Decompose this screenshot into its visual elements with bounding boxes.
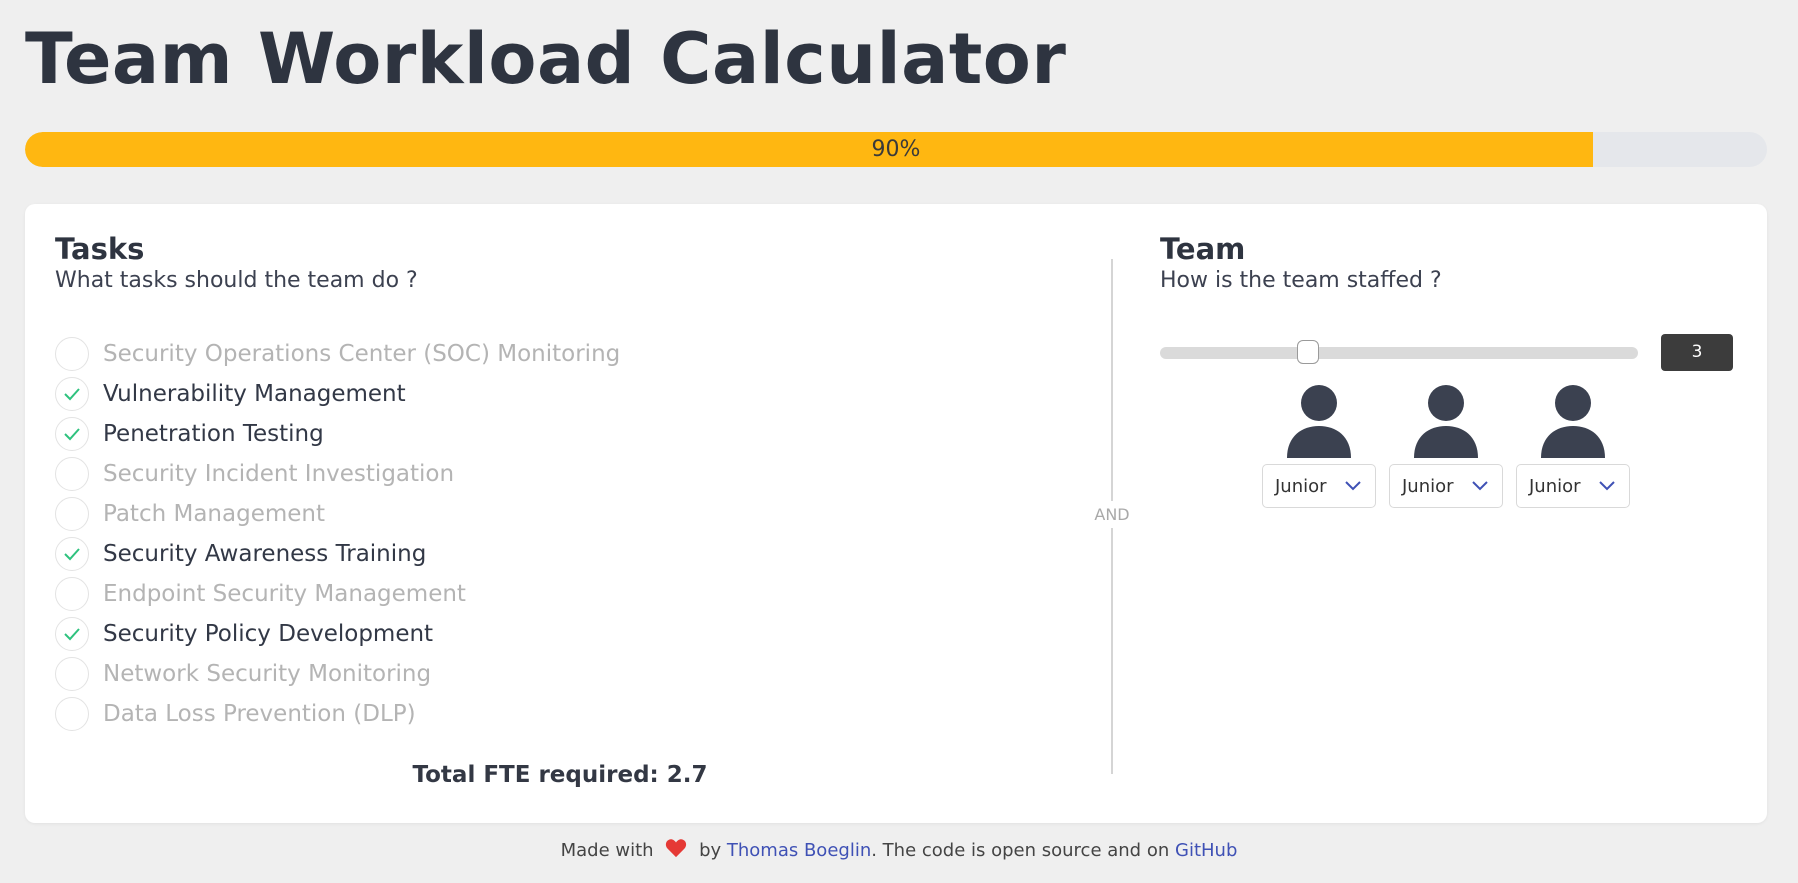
team-members: Junior Junior Junior [1262,384,1630,508]
person-icon [1541,385,1605,458]
task-label: Security Incident Investigation [103,461,455,487]
task-item[interactable]: Data Loss Prevention (DLP) [55,694,620,734]
checkmark-icon [64,628,80,641]
total-fte: Total FTE required: 2.7 [412,762,708,788]
task-label: Penetration Testing [103,421,324,447]
level-value: Junior [1402,475,1454,497]
task-checkbox[interactable] [55,457,89,491]
team-member: Junior [1516,384,1630,508]
page-title: Team Workload Calculator [25,18,1067,100]
task-item[interactable]: Network Security Monitoring [55,654,620,694]
chevron-down-icon [1599,481,1615,491]
task-label: Security Policy Development [103,621,434,647]
level-value: Junior [1529,475,1581,497]
team-member: Junior [1262,384,1376,508]
calculator-card: Tasks What tasks should the team do ? Se… [25,204,1767,823]
chevron-down-icon [1472,481,1488,491]
task-label: Vulnerability Management [103,381,406,407]
author-link[interactable]: Thomas Boeglin [727,840,871,861]
task-checkbox[interactable] [55,617,89,651]
task-item[interactable]: Endpoint Security Management [55,574,620,614]
task-label: Security Operations Center (SOC) Monitor… [103,341,621,367]
task-label: Endpoint Security Management [103,581,466,607]
task-label: Security Awareness Training [103,541,427,567]
task-list: Security Operations Center (SOC) Monitor… [55,334,620,734]
team-heading: Team [1160,232,1246,266]
task-checkbox[interactable] [55,417,89,451]
level-select[interactable]: Junior [1389,464,1503,508]
task-item[interactable]: Vulnerability Management [55,374,620,414]
and-label: AND [1091,501,1133,528]
task-item[interactable]: Security Incident Investigation [55,454,620,494]
task-item[interactable]: Security Policy Development [55,614,620,654]
checkmark-icon [64,428,80,441]
task-label: Patch Management [103,501,325,527]
footer-by: by [699,840,722,861]
chevron-down-icon [1345,481,1361,491]
task-item[interactable]: Penetration Testing [55,414,620,454]
github-link[interactable]: GitHub [1175,840,1237,861]
workload-progress-bar: 90% [25,132,1767,167]
checkmark-icon [64,388,80,401]
task-checkbox[interactable] [55,577,89,611]
task-checkbox[interactable] [55,657,89,691]
person-icon [1414,385,1478,458]
task-checkbox[interactable] [55,497,89,531]
team-member: Junior [1389,384,1503,508]
tasks-heading: Tasks [55,232,145,266]
person-icon [1287,385,1351,458]
team-subheading: How is the team staffed ? [1160,268,1442,293]
task-label: Data Loss Prevention (DLP) [103,701,416,727]
task-item[interactable]: Patch Management [55,494,620,534]
task-item[interactable]: Security Operations Center (SOC) Monitor… [55,334,620,374]
slider-thumb[interactable] [1296,340,1319,364]
level-select[interactable]: Junior [1262,464,1376,508]
tasks-subheading: What tasks should the team do ? [55,268,418,293]
level-select[interactable]: Junior [1516,464,1630,508]
footer-middle: . The code is open source and on [871,840,1170,861]
task-checkbox[interactable] [55,377,89,411]
task-checkbox[interactable] [55,537,89,571]
progress-label: 90% [871,137,921,162]
checkmark-icon [64,548,80,561]
heart-icon [666,839,687,858]
footer-made-with: Made with [560,840,654,861]
task-label: Network Security Monitoring [103,661,432,687]
team-size-slider[interactable] [1160,340,1638,364]
team-size-count: 3 [1661,334,1733,371]
footer: Made with by Thomas Boeglin. The code is… [0,838,1798,861]
task-checkbox[interactable] [55,697,89,731]
level-value: Junior [1275,475,1327,497]
task-checkbox[interactable] [55,337,89,371]
task-item[interactable]: Security Awareness Training [55,534,620,574]
